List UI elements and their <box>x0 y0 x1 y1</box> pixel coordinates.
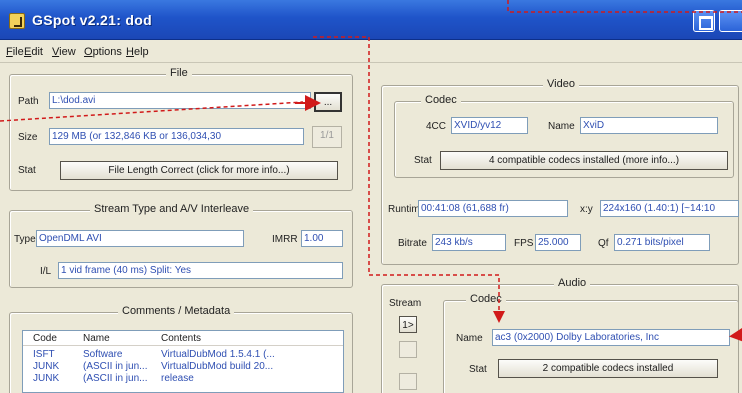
video-legend: Video <box>543 78 579 90</box>
imrr-label: IMRR <box>272 234 298 245</box>
table-row[interactable]: JUNK <box>33 361 59 372</box>
table-cell: VirtualDubMod 1.5.4.1 (... <box>161 349 275 360</box>
qf-field: 0.271 bits/pixel <box>614 234 710 251</box>
col-name[interactable]: Name <box>83 333 110 344</box>
qf-label: Qf <box>598 238 609 249</box>
stat-label: Stat <box>18 165 36 176</box>
stream-type-legend: Stream Type and A/V Interleave <box>90 203 254 215</box>
size-toggle-button[interactable]: 1/1 <box>312 126 342 148</box>
menu-help[interactable]: Help <box>126 46 149 58</box>
table-row[interactable]: ISFT <box>33 349 55 360</box>
table-row[interactable]: JUNK <box>33 373 59 384</box>
fourcc-label: 4CC <box>426 121 447 132</box>
audio-codec-group: Codec <box>443 293 739 393</box>
audio-codec-legend: Codec <box>466 293 506 305</box>
xy-label: x:y <box>580 204 593 215</box>
fourcc-field: XVID/yv12 <box>451 117 528 134</box>
menu-options[interactable]: Options <box>84 46 122 58</box>
menu-edit[interactable]: Edit <box>24 46 43 58</box>
fps-label: FPS <box>514 238 534 249</box>
audio-stream-2-button[interactable] <box>399 341 417 358</box>
table-cell: (ASCII in jun... <box>83 373 148 384</box>
title-bar: GSpot v2.21: dod <box>0 0 742 40</box>
imrr-field: 1.00 <box>301 230 343 247</box>
il-label: I/L <box>40 266 52 277</box>
col-code[interactable]: Code <box>33 333 57 344</box>
video-name-label: Name <box>548 121 575 132</box>
menu-view[interactable]: View <box>52 46 76 58</box>
table-cell: VirtualDubMod build 20... <box>161 361 274 372</box>
il-field: 1 vid frame (40 ms) Split: Yes <box>58 262 343 279</box>
type-field: OpenDML AVI <box>36 230 244 247</box>
fps-field: 25.000 <box>535 234 581 251</box>
menu-bar: File Edit View Options Help <box>0 41 742 63</box>
bitrate-label: Bitrate <box>398 238 427 249</box>
audio-stream-1-button[interactable]: 1> <box>399 316 417 333</box>
maximize-button[interactable] <box>693 10 715 32</box>
audio-stat-button[interactable]: 2 compatible codecs installed <box>498 359 718 378</box>
audio-stat-label: Stat <box>469 364 487 375</box>
audio-stream-label: Stream <box>389 298 422 309</box>
table-cell: (ASCII in jun... <box>83 361 148 372</box>
file-stat-button[interactable]: File Length Correct (click for more info… <box>60 161 338 180</box>
table-cell: release <box>161 373 194 384</box>
window-title: GSpot v2.21: dod <box>32 12 152 28</box>
menu-file[interactable]: File <box>6 46 24 58</box>
col-contents[interactable]: Contents <box>161 333 201 344</box>
video-stat-label: Stat <box>414 155 432 166</box>
table-cell: Software <box>83 349 123 360</box>
browse-button[interactable]: ... <box>314 92 342 112</box>
xy-field: 224x160 (1.40:1) [~14:10 <box>600 200 739 217</box>
close-button[interactable] <box>719 10 742 32</box>
audio-name-label: Name <box>456 333 483 344</box>
size-field: 129 MB (or 132,846 KB or 136,034,30 <box>49 128 304 145</box>
app-icon <box>9 13 25 29</box>
size-label: Size <box>18 132 38 143</box>
audio-stream-3-button[interactable] <box>399 373 417 390</box>
metadata-table[interactable]: Code Name Contents ISFT Software Virtual… <box>22 330 344 393</box>
path-field[interactable]: L:\dod.avi <box>49 92 311 109</box>
comments-legend: Comments / Metadata <box>118 305 235 317</box>
audio-name-field: ac3 (0x2000) Dolby Laboratories, Inc <box>492 329 730 346</box>
video-name-field: XviD <box>580 117 718 134</box>
file-legend: File <box>166 67 192 79</box>
type-label: Type <box>14 234 36 245</box>
video-stat-button[interactable]: 4 compatible codecs installed (more info… <box>440 151 728 170</box>
video-codec-legend: Codec <box>421 94 461 106</box>
runtime-field: 00:41:08 (61,688 fr) <box>418 200 568 217</box>
bitrate-field: 243 kb/s <box>432 234 506 251</box>
audio-legend: Audio <box>554 277 591 289</box>
path-label: Path <box>18 96 39 107</box>
